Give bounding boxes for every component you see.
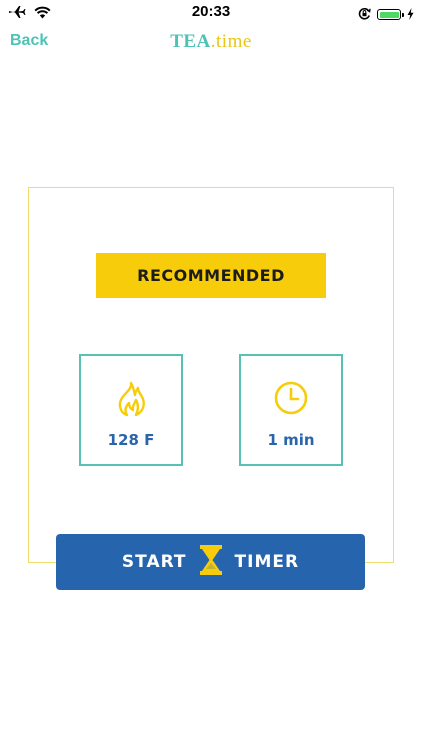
start-timer-label-left: START	[121, 552, 187, 572]
start-timer-label-right: TIMER	[234, 552, 300, 572]
app-title-suffix: .time	[210, 31, 252, 52]
orientation-lock-icon	[358, 5, 371, 24]
temperature-value: 128 F	[107, 431, 155, 449]
duration-value: 1 min	[267, 431, 315, 449]
tea-detail-screen: 20:33 Back TEA.time RECOMMENDED 128 F 1 …	[0, 0, 422, 750]
temperature-box: 128 F	[79, 354, 183, 466]
charging-bolt-icon	[407, 5, 414, 24]
hourglass-icon	[199, 544, 223, 581]
battery-level	[379, 11, 399, 18]
start-timer-button[interactable]: START TIMER	[56, 534, 365, 590]
battery-icon	[377, 9, 404, 20]
clock-icon	[241, 380, 341, 416]
status-right-group	[358, 5, 414, 24]
flame-icon	[81, 380, 181, 418]
app-title-logo: TEA.time	[0, 31, 422, 53]
app-title-main: TEA	[170, 31, 211, 52]
status-bar: 20:33	[0, 0, 422, 24]
duration-box: 1 min	[239, 354, 343, 466]
recommended-banner: RECOMMENDED	[96, 253, 326, 298]
